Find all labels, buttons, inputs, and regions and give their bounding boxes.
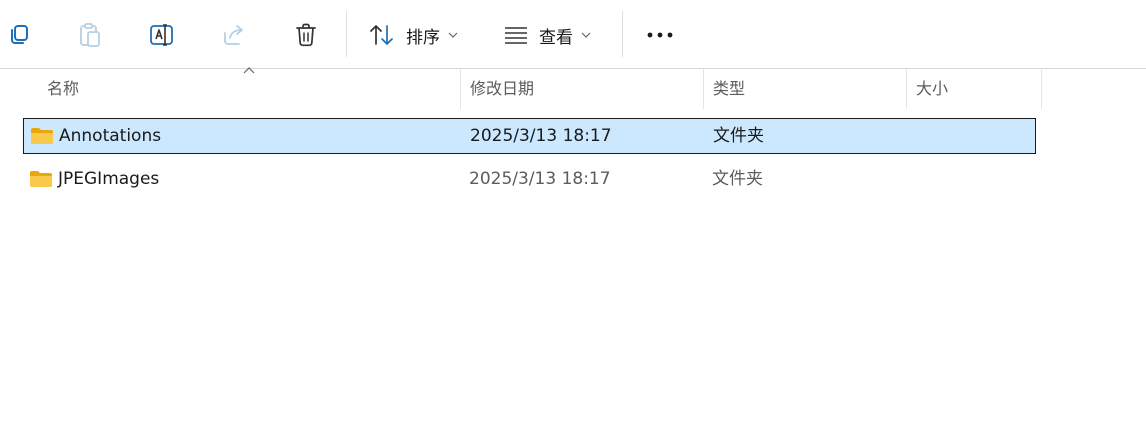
column-divider[interactable] bbox=[1041, 69, 1042, 109]
file-modified: 2025/3/13 18:17 bbox=[470, 126, 612, 146]
copy-icon bbox=[11, 25, 28, 44]
share-icon bbox=[224, 25, 243, 45]
column-header-size[interactable]: 大小 bbox=[916, 69, 948, 109]
column-header-name[interactable]: 名称 bbox=[47, 69, 79, 109]
folder-icon bbox=[31, 128, 53, 144]
file-name: JPEGImages bbox=[58, 169, 160, 189]
command-bar: 排序 查看 bbox=[0, 0, 1146, 69]
chevron-down-icon bbox=[581, 32, 591, 38]
rename-icon bbox=[150, 24, 173, 46]
file-row-annotations[interactable]: Annotations 2025/3/13 18:17 文件夹 bbox=[23, 118, 1036, 154]
view-label: 查看 bbox=[539, 27, 573, 48]
more-icon bbox=[647, 32, 673, 38]
column-divider[interactable] bbox=[906, 69, 907, 109]
file-type: 文件夹 bbox=[712, 169, 763, 189]
paste-icon bbox=[80, 23, 100, 47]
file-list-empty-area[interactable] bbox=[0, 200, 1146, 442]
column-header-type[interactable]: 类型 bbox=[713, 69, 745, 109]
column-divider[interactable] bbox=[703, 69, 704, 109]
toolbar-separator bbox=[346, 11, 347, 57]
folder-icon bbox=[30, 171, 52, 187]
more-options-button[interactable] bbox=[640, 12, 680, 58]
paste-button[interactable] bbox=[72, 12, 108, 58]
chevron-down-icon bbox=[448, 32, 458, 38]
share-button[interactable] bbox=[216, 12, 252, 58]
sort-label: 排序 bbox=[406, 27, 440, 48]
trash-icon bbox=[296, 23, 316, 47]
file-modified: 2025/3/13 18:17 bbox=[469, 169, 611, 189]
rename-button[interactable] bbox=[143, 12, 181, 58]
sort-button[interactable]: 排序 bbox=[368, 12, 468, 58]
delete-button[interactable] bbox=[288, 12, 324, 58]
file-type: 文件夹 bbox=[713, 126, 764, 146]
column-divider[interactable] bbox=[460, 69, 461, 109]
view-button[interactable]: 查看 bbox=[503, 12, 603, 58]
column-header-modified[interactable]: 修改日期 bbox=[470, 69, 534, 109]
sort-arrows-icon bbox=[370, 25, 393, 45]
file-row-jpegimages[interactable]: JPEGImages 2025/3/13 18:17 文件夹 bbox=[23, 162, 1036, 198]
copy-button[interactable] bbox=[2, 12, 36, 58]
toolbar-separator bbox=[622, 11, 623, 57]
column-header-row: 名称 修改日期 类型 大小 bbox=[0, 69, 1146, 109]
file-name: Annotations bbox=[59, 126, 162, 146]
view-lines-icon bbox=[505, 27, 527, 44]
